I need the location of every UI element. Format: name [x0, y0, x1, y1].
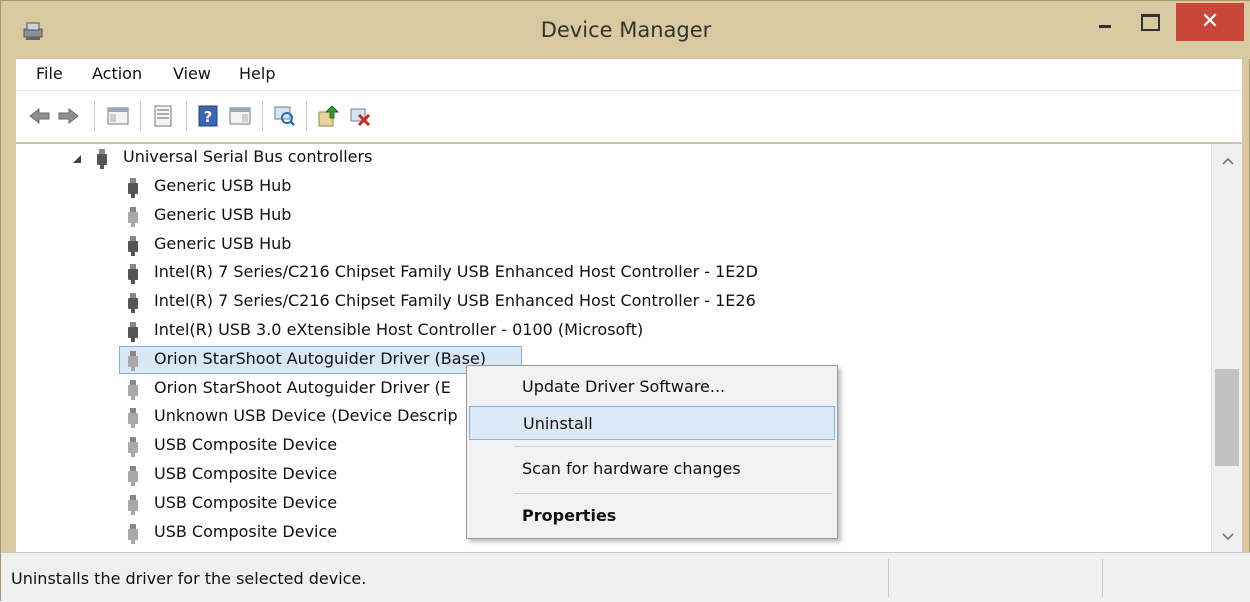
usb-plug-icon: [127, 466, 139, 486]
scroll-thumb[interactable]: [1215, 369, 1239, 466]
usb-plug-icon: [127, 523, 139, 544]
back-icon[interactable]: [28, 104, 52, 128]
usb-plug-icon: [127, 379, 139, 400]
device-manager-window: Device Manager ✕ File Action View Help ?: [0, 0, 1250, 602]
collapse-triangle-icon[interactable]: [71, 150, 83, 163]
tree-device-label: Intel(R) 7 Series/C216 Chipset Family US…: [154, 291, 756, 311]
menu-item-scan-hardware[interactable]: Scan for hardware changes: [469, 452, 835, 486]
usb-plug-icon: [127, 235, 139, 256]
usb-plug-icon: [127, 494, 139, 515]
tree-device-item[interactable]: Intel(R) 7 Series/C216 Chipset Family US…: [16, 288, 1211, 316]
close-icon: ✕: [1200, 9, 1220, 34]
tree-device-item[interactable]: Intel(R) USB 3.0 eXtensible Host Control…: [16, 317, 1211, 345]
toolbar: ?: [16, 91, 1242, 143]
usb-plug-icon: [127, 206, 139, 227]
menu-item-update-driver[interactable]: Update Driver Software...: [469, 370, 835, 404]
usb-plug-icon: [127, 322, 139, 342]
tree-device-label: Intel(R) 7 Series/C216 Chipset Family US…: [154, 262, 758, 282]
action-pane-icon[interactable]: [228, 104, 252, 128]
usb-plug-icon: [127, 408, 139, 429]
properties-icon[interactable]: [151, 104, 175, 128]
usb-plug-icon: [127, 350, 139, 371]
tree-device-label: Generic USB Hub: [154, 233, 292, 253]
menu-item-properties[interactable]: Properties: [469, 499, 835, 533]
menu-item-uninstall[interactable]: Uninstall: [469, 406, 835, 440]
menu-separator: [514, 493, 832, 494]
usb-plug-icon: [127, 293, 139, 314]
tree-device-label: USB Composite Device: [154, 492, 338, 512]
tree-category-label: Universal Serial Bus controllers: [123, 147, 373, 166]
toolbar-separator: [306, 101, 307, 131]
usb-plug-icon: [127, 264, 139, 285]
tree-category-usb-controllers[interactable]: Universal Serial Bus controllers: [16, 144, 1211, 172]
status-pane: [888, 559, 1102, 597]
uninstall-icon[interactable]: [348, 104, 372, 128]
toolbar-separator: [262, 101, 263, 131]
tree-device-item[interactable]: Intel(R) 7 Series/C216 Chipset Family US…: [16, 259, 1211, 287]
menu-item-label: Uninstall: [523, 414, 593, 433]
tree-device-item[interactable]: Generic USB Hub: [16, 173, 1211, 201]
tree-device-label: USB Composite Device: [154, 521, 338, 541]
help-icon[interactable]: ?: [196, 104, 220, 128]
toolbar-separator: [186, 101, 187, 131]
menu-help[interactable]: Help: [239, 64, 275, 83]
tree-device-label: Generic USB Hub: [154, 204, 292, 224]
toolbar-separator: [94, 101, 95, 131]
tree-device-label: Generic USB Hub: [154, 176, 292, 195]
context-menu: Update Driver Software... Uninstall Scan…: [466, 365, 838, 539]
status-bar: Uninstalls the driver for the selected d…: [1, 552, 1250, 602]
usb-plug-icon: [127, 437, 139, 458]
vertical-scrollbar[interactable]: [1211, 144, 1242, 552]
status-pane: [1102, 559, 1242, 597]
scroll-down-arrow-icon[interactable]: [1212, 524, 1243, 552]
tree-device-item[interactable]: Generic USB Hub: [16, 231, 1211, 259]
menu-file[interactable]: File: [36, 64, 63, 83]
status-text: Uninstalls the driver for the selected d…: [11, 569, 367, 588]
usb-plug-icon: [96, 149, 108, 169]
menu-separator: [514, 446, 832, 447]
forward-icon[interactable]: [56, 104, 80, 128]
toolbar-separator: [140, 101, 141, 131]
tree-device-label: Orion StarShoot Autoguider Driver (Base): [154, 348, 486, 368]
svg-text:?: ?: [204, 108, 213, 126]
tree-device-label: Orion StarShoot Autoguider Driver (E: [154, 377, 451, 397]
menu-action[interactable]: Action: [92, 64, 142, 83]
menu-view[interactable]: View: [173, 64, 211, 83]
tree-device-label: Unknown USB Device (Device Descrip: [154, 406, 458, 426]
tree-device-label: USB Composite Device: [154, 435, 338, 455]
usb-plug-icon: [127, 178, 139, 198]
close-button[interactable]: ✕: [1176, 3, 1244, 41]
tree-device-label: USB Composite Device: [154, 464, 338, 483]
scroll-up-arrow-icon[interactable]: [1212, 148, 1243, 176]
menu-item-label: Scan for hardware changes: [522, 459, 741, 478]
scan-hardware-icon[interactable]: [272, 104, 296, 128]
title-bar[interactable]: Device Manager ✕: [1, 1, 1250, 59]
menu-item-label: Properties: [522, 506, 617, 525]
menu-item-label: Update Driver Software...: [522, 377, 726, 396]
window-title: Device Manager: [540, 18, 712, 42]
maximize-button[interactable]: [1127, 3, 1171, 41]
show-hide-console-tree-icon[interactable]: [106, 104, 130, 128]
update-driver-icon[interactable]: [316, 104, 340, 128]
minimize-button[interactable]: [1081, 3, 1127, 41]
tree-device-label: Intel(R) USB 3.0 eXtensible Host Control…: [154, 320, 644, 339]
menu-bar: File Action View Help: [16, 59, 1242, 91]
tree-device-item[interactable]: Generic USB Hub: [16, 202, 1211, 230]
